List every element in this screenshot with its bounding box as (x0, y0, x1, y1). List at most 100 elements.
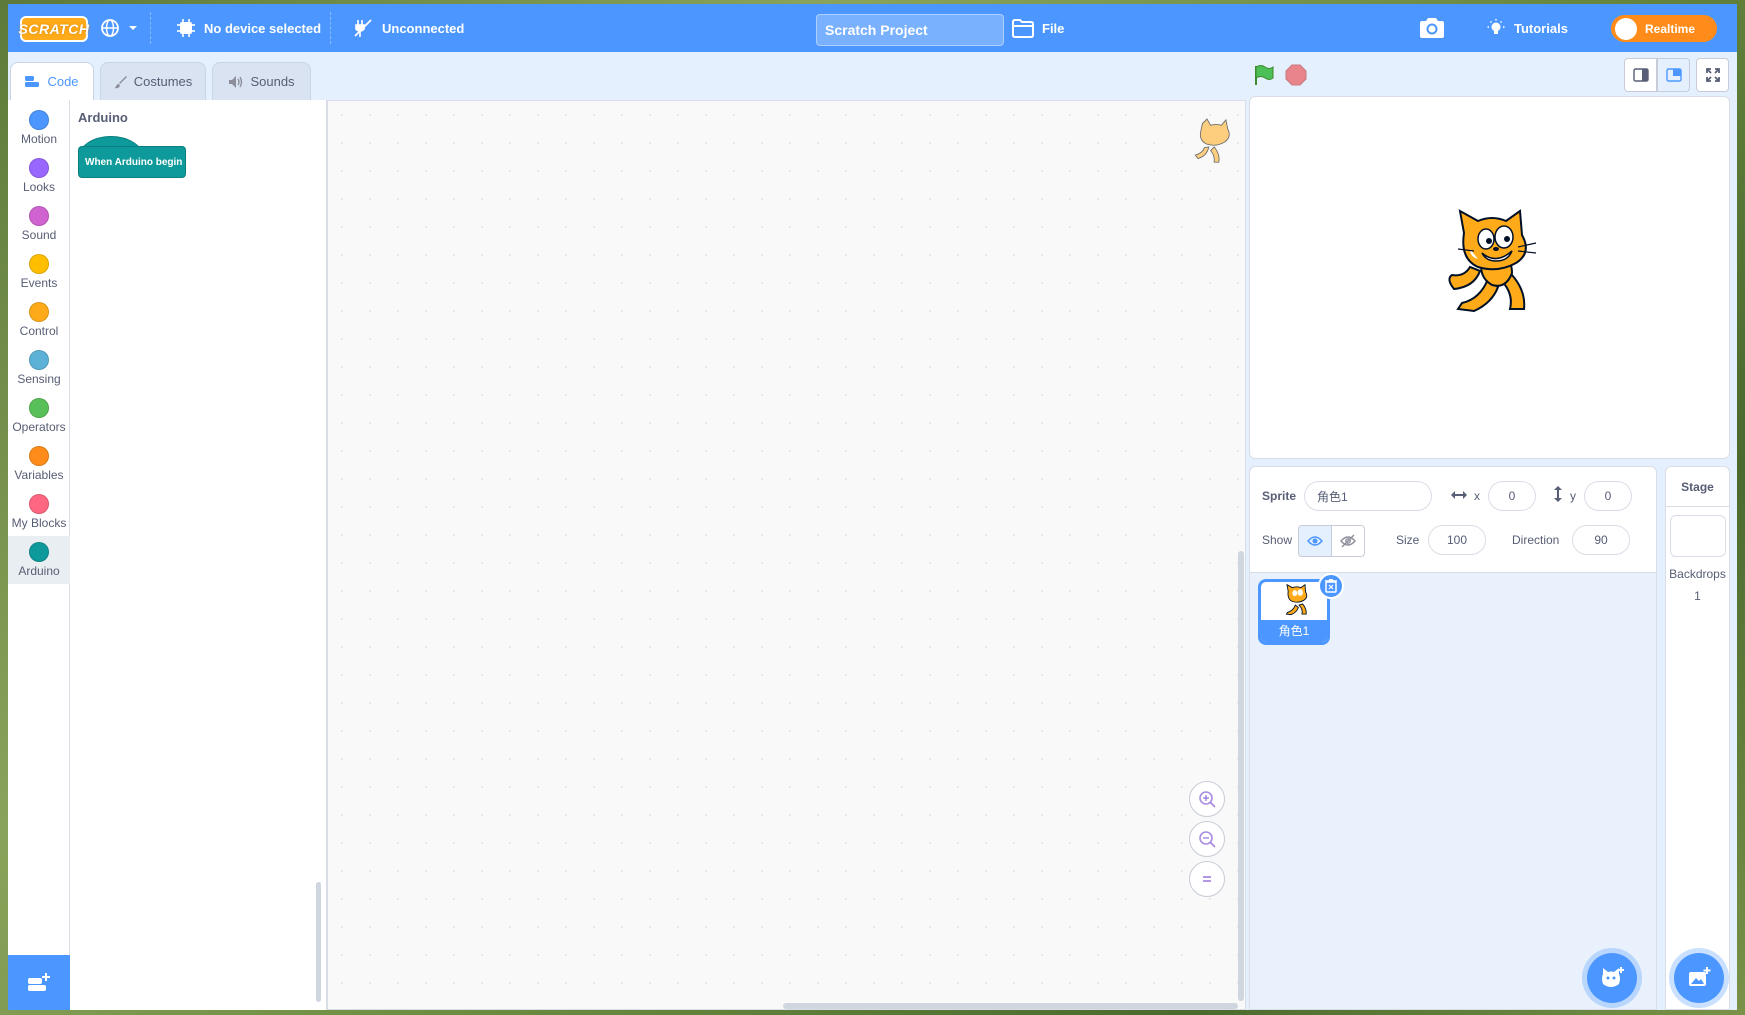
code-icon (25, 75, 40, 87)
category-label: Events (20, 276, 58, 290)
add-sprite-icon (1602, 967, 1624, 987)
zoom-in-button[interactable] (1189, 781, 1225, 817)
category-arduino[interactable]: Arduino (8, 536, 70, 584)
category-my-blocks[interactable]: My Blocks (8, 488, 70, 536)
vertical-arrows-icon (1554, 486, 1562, 502)
small-stage-button[interactable] (1624, 58, 1657, 92)
scratch-logo[interactable]: SCRATCH (19, 16, 89, 42)
equals-icon (1203, 876, 1211, 882)
category-dot (29, 446, 49, 466)
category-dot (29, 494, 49, 514)
camera-icon (1420, 18, 1444, 38)
chevron-down-icon (129, 26, 137, 30)
screenshot-button[interactable] (1418, 4, 1446, 52)
direction-input[interactable]: 90 (1572, 525, 1630, 555)
tab-code-label: Code (47, 74, 79, 89)
show-label: Show (1262, 533, 1293, 547)
file-menu[interactable]: File (1012, 4, 1064, 52)
category-label: Sensing (17, 372, 61, 386)
tutorials-button[interactable]: Tutorials (1486, 4, 1568, 52)
zoom-reset-button[interactable] (1189, 861, 1225, 897)
workspace-horizontal-scrollbar[interactable] (783, 1003, 1238, 1009)
category-events[interactable]: Events (8, 248, 70, 296)
fullscreen-icon (1705, 68, 1720, 82)
x-input[interactable]: 0 (1488, 481, 1536, 511)
category-label: Arduino (18, 564, 60, 578)
stage-canvas[interactable] (1249, 96, 1730, 459)
cat-thumbnail-icon (1285, 584, 1308, 616)
category-motion[interactable]: Motion (8, 104, 70, 152)
zoom-out-button[interactable] (1189, 821, 1225, 857)
large-stage-button[interactable] (1657, 58, 1690, 92)
toggle-knob (1615, 17, 1637, 40)
connection-button[interactable]: Unconnected (352, 4, 464, 52)
add-sprite-button[interactable] (1587, 953, 1637, 1003)
category-dot (29, 206, 49, 226)
show-visible-button[interactable] (1298, 525, 1332, 557)
category-control[interactable]: Control (8, 296, 70, 344)
tab-sounds[interactable]: Sounds (212, 62, 311, 100)
y-input[interactable]: 0 (1584, 481, 1632, 511)
language-menu[interactable] (100, 4, 138, 52)
device-selector[interactable]: No device selected (176, 4, 321, 52)
green-flag-icon[interactable] (1252, 63, 1276, 87)
realtime-label: Realtime (1645, 21, 1696, 36)
fullscreen-button[interactable] (1696, 58, 1729, 92)
menu-divider (150, 12, 151, 44)
category-label: Looks (22, 180, 56, 194)
stage-pane-title: Stage (1666, 467, 1729, 507)
delete-sprite-button[interactable] (1318, 573, 1344, 599)
category-menu: Motion Looks Sound Events Control Sensin… (8, 100, 70, 1010)
device-label: No device selected (204, 20, 322, 36)
backdrops-label: Backdrops (1669, 567, 1726, 581)
workspace-vertical-scrollbar[interactable] (1238, 551, 1244, 1001)
lightbulb-icon (1487, 19, 1505, 34)
direction-label: Direction (1512, 533, 1560, 547)
x-label: x (1474, 489, 1480, 503)
stop-icon[interactable] (1285, 64, 1307, 86)
horizontal-arrows-icon (1451, 491, 1467, 499)
cat-sprite[interactable] (1440, 209, 1540, 315)
chip-icon (177, 19, 195, 37)
tab-costumes[interactable]: Costumes (100, 62, 206, 100)
size-input[interactable]: 100 (1428, 525, 1486, 555)
project-title-input[interactable]: Scratch Project (816, 14, 1004, 46)
folder-icon (1012, 19, 1034, 38)
sprite-watermark-icon (1194, 118, 1230, 163)
when-arduino-begin-block[interactable]: When Arduino begin (78, 146, 186, 178)
category-dot (29, 302, 49, 322)
sprite-info-panel: Sprite 角色1 x 0 y 0 Show Size 100 Directi… (1250, 467, 1656, 573)
block-palette: Arduino When Arduino begin (70, 100, 327, 1010)
category-dot (29, 110, 49, 130)
large-stage-icon (1665, 68, 1682, 82)
category-label: Sound (21, 228, 57, 242)
category-looks[interactable]: Looks (8, 152, 70, 200)
category-sensing[interactable]: Sensing (8, 344, 70, 392)
small-stage-icon (1632, 68, 1649, 82)
category-label: Motion (20, 132, 58, 146)
category-label: Control (19, 324, 59, 338)
menu-divider (330, 12, 331, 44)
category-operators[interactable]: Operators (8, 392, 70, 440)
category-dot (29, 158, 49, 178)
palette-scrollbar[interactable] (316, 882, 321, 1002)
category-sound[interactable]: Sound (8, 200, 70, 248)
category-label: My Blocks (11, 516, 67, 530)
stage-thumbnail[interactable] (1670, 515, 1726, 557)
sprite-label: Sprite (1262, 489, 1297, 503)
realtime-toggle[interactable]: Realtime (1611, 15, 1717, 42)
code-workspace[interactable] (327, 100, 1246, 1010)
add-extension-button[interactable] (8, 955, 70, 1010)
tutorials-label: Tutorials (1514, 20, 1568, 36)
sprite-name-input[interactable]: 角色1 (1304, 481, 1432, 511)
size-label: Size (1396, 533, 1420, 547)
tab-code[interactable]: Code (10, 62, 94, 100)
category-label: Variables (14, 468, 64, 482)
show-hidden-button[interactable] (1331, 525, 1365, 557)
stage-target-pane[interactable]: Stage Backdrops 1 (1665, 466, 1730, 1010)
y-label: y (1570, 489, 1576, 503)
add-backdrop-button[interactable] (1674, 953, 1724, 1003)
category-variables[interactable]: Variables (8, 440, 70, 488)
brush-icon (114, 75, 127, 88)
palette-section-title: Arduino (78, 110, 128, 125)
